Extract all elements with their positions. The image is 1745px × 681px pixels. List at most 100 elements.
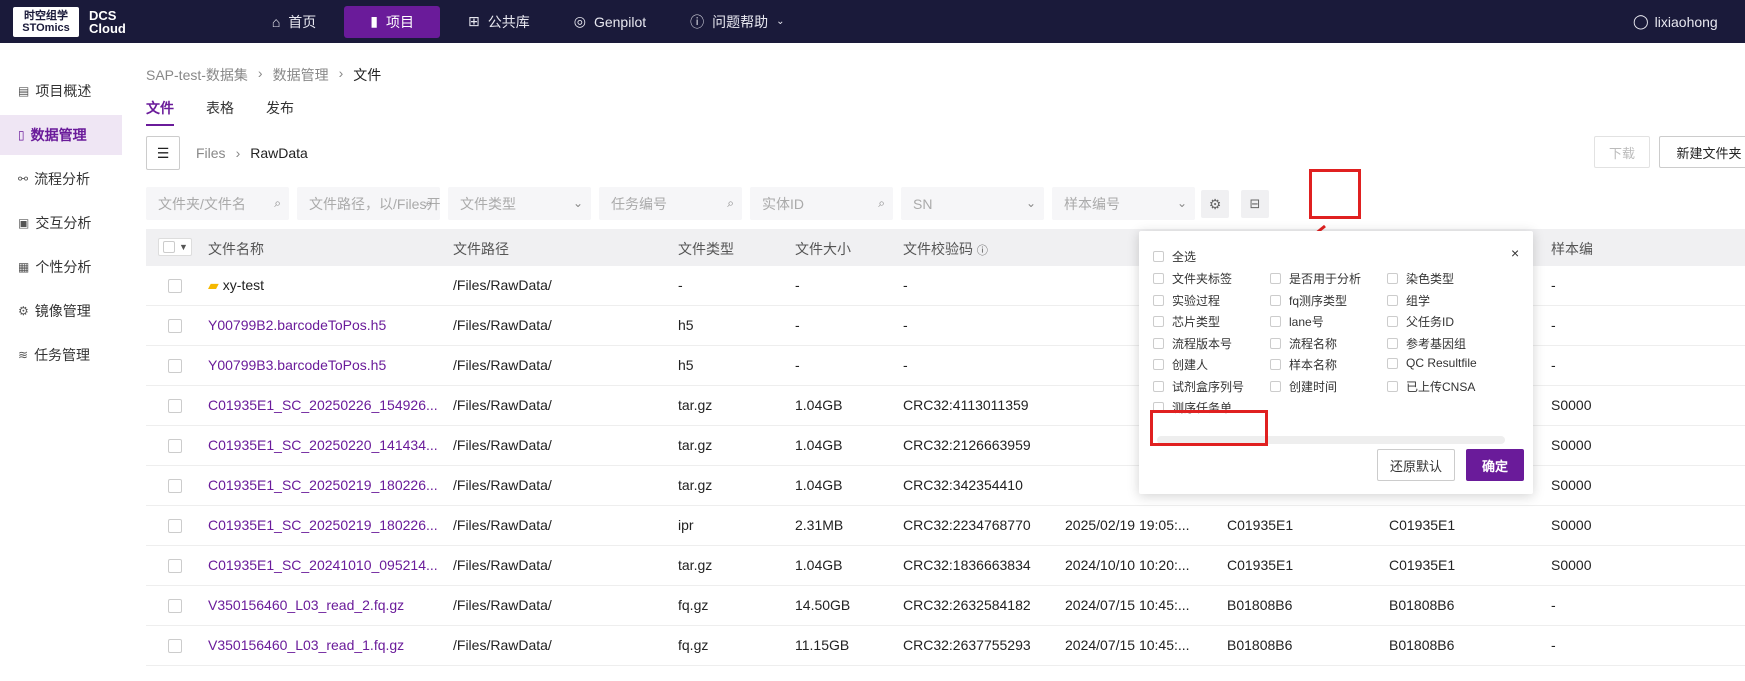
logo[interactable]: 时空组学 STOmics DCS Cloud xyxy=(13,6,126,37)
reset-default-button[interactable]: 还原默认 xyxy=(1377,449,1455,481)
column-header-checksum[interactable]: 文件校验码 ⓘ xyxy=(903,239,988,259)
new-folder-button[interactable]: 新建文件夹 xyxy=(1659,136,1745,168)
cell-text: C01935E1_SC_20250219_180226... xyxy=(208,517,438,533)
entity-id-search-input[interactable]: 实体ID ⌕ xyxy=(750,187,893,220)
row-checkbox[interactable] xyxy=(168,519,182,533)
table-row[interactable]: C01935E1_SC_20250219_180226... /Files/Raw… xyxy=(146,506,1745,546)
sidebar-item-custom-analysis[interactable]: ▦ 个性分析 xyxy=(0,247,122,287)
tab-tables[interactable]: 表格 xyxy=(206,98,234,126)
cell-name[interactable]: C01935E1_SC_20250219_180226... xyxy=(208,477,438,493)
column-option[interactable]: 已上传CNSA xyxy=(1387,378,1475,395)
row-checkbox[interactable] xyxy=(168,439,182,453)
chevron-down-icon: ⌄ xyxy=(1176,196,1187,210)
checkbox-box xyxy=(1387,337,1398,349)
logo-line-2: STOmics xyxy=(22,21,70,34)
cell-name[interactable]: V350156460_L03_read_2.fq.gz xyxy=(208,597,404,613)
filetype-select[interactable]: 文件类型 ⌄ xyxy=(448,187,591,220)
nav-public-library[interactable]: ⊞ 公共库 xyxy=(452,6,546,38)
column-option[interactable]: 芯片类型 xyxy=(1153,313,1220,330)
confirm-button[interactable]: 确定 xyxy=(1466,449,1524,481)
row-checkbox[interactable] xyxy=(168,359,182,373)
checkbox-box xyxy=(1270,337,1281,349)
nav-help[interactable]: ⓘ 问题帮助 ⌄ xyxy=(674,6,800,38)
cell-size: 1.04GB xyxy=(795,557,842,573)
row-checkbox[interactable] xyxy=(168,319,182,333)
cell-text: /Files/RawData/ xyxy=(453,477,552,493)
task-id-search-input[interactable]: 任务编号 ⌕ xyxy=(599,187,742,220)
cell-name[interactable]: C01935E1_SC_20250219_180226... xyxy=(208,517,438,533)
file-toolbar: ☰ Files › RawData 下载 新建文件夹 xyxy=(146,136,1745,172)
column-option-select-all[interactable]: 全选 xyxy=(1153,248,1196,265)
download-button[interactable]: 下载 xyxy=(1594,136,1650,168)
filename-search-input[interactable]: 文件夹/文件名 ⌕ xyxy=(146,187,289,220)
column-option[interactable]: 创建人 xyxy=(1153,356,1208,373)
sidebar-item-interactive-analysis[interactable]: ▣ 交互分析 xyxy=(0,203,122,243)
column-option[interactable]: 参考基因组 xyxy=(1387,335,1466,352)
checkbox-box xyxy=(1153,273,1164,284)
row-checkbox[interactable] xyxy=(168,639,182,653)
table-row[interactable]: C01935E1_SC_20241010_095214... /Files/Raw… xyxy=(146,546,1745,586)
column-option[interactable]: 测序任务单 xyxy=(1153,399,1232,416)
path-rawdata: RawData xyxy=(250,145,308,161)
column-option[interactable]: fq测序类型 xyxy=(1270,292,1347,309)
column-header-size[interactable]: 文件大小 xyxy=(795,239,851,259)
column-header-sample[interactable]: 样本编 xyxy=(1551,239,1593,259)
nav-public-library-label: 公共库 xyxy=(487,13,530,30)
column-option[interactable]: 父任务ID xyxy=(1387,313,1454,330)
row-checkbox[interactable] xyxy=(168,479,182,493)
cell-name[interactable]: C01935E1_SC_20250220_141434... xyxy=(208,437,438,453)
column-option[interactable]: 文件夹标签 xyxy=(1153,270,1232,287)
column-option[interactable]: QC Resultfile xyxy=(1387,356,1477,370)
sidebar-item-data-management[interactable]: ▯ 数据管理 xyxy=(0,115,122,155)
sn-select[interactable]: SN ⌄ xyxy=(901,187,1044,220)
column-option[interactable]: 组学 xyxy=(1387,292,1430,309)
sidebar-item-task-management[interactable]: ≋ 任务管理 xyxy=(0,335,122,375)
column-option[interactable]: 实验过程 xyxy=(1153,292,1220,309)
user-menu[interactable]: ◯ lixiaohong xyxy=(1633,0,1745,43)
cell-name[interactable]: Y00799B3.barcodeToPos.h5 xyxy=(208,357,386,373)
popup-scrollbar[interactable] xyxy=(1157,436,1505,444)
clear-filters-button[interactable]: ⊟ xyxy=(1241,190,1269,218)
column-option[interactable]: 染色类型 xyxy=(1387,270,1454,287)
sample-id-select[interactable]: 样本编号 ⌄ xyxy=(1052,187,1195,220)
sidebar-item-flow-analysis[interactable]: ⚯ 流程分析 xyxy=(0,159,122,199)
cell-name[interactable]: V350156460_L03_read_1.fq.gz xyxy=(208,637,404,653)
nav-project[interactable]: ▮ 项目 xyxy=(344,5,441,38)
cell-name[interactable]: Y00799B2.barcodeToPos.h5 xyxy=(208,317,386,333)
table-row[interactable]: V350156460_L03_read_1.fq.gz/Files/RawDat… xyxy=(146,626,1745,666)
row-checkbox[interactable] xyxy=(168,399,182,413)
column-option[interactable]: 创建时间 xyxy=(1270,378,1337,395)
filepath-search-input[interactable]: 文件路径，以/Files开 ⌕ xyxy=(297,187,440,220)
tab-publish[interactable]: 发布 xyxy=(266,98,294,126)
column-option[interactable]: 流程版本号 xyxy=(1153,335,1232,352)
cell-name[interactable]: ▰ xy-test xyxy=(208,277,264,294)
sidebar-item-overview[interactable]: ▤ 项目概述 xyxy=(0,71,122,111)
cell-name[interactable]: C01935E1_SC_20250226_154926... xyxy=(208,397,438,413)
row-checkbox[interactable] xyxy=(168,599,182,613)
nav-genpilot[interactable]: ◎ Genpilot xyxy=(558,6,662,38)
cell-text: B01808B6 xyxy=(1227,597,1293,613)
column-settings-button[interactable]: ⚙ xyxy=(1201,190,1229,218)
column-option[interactable]: 试剂盒序列号 xyxy=(1153,378,1244,395)
tab-files[interactable]: 文件 xyxy=(146,98,174,126)
column-header-path[interactable]: 文件路径 xyxy=(453,239,509,259)
close-icon[interactable]: × xyxy=(1511,245,1519,261)
cell-name[interactable]: C01935E1_SC_20241010_095214... xyxy=(208,557,438,573)
top-nav-bar: 时空组学 STOmics DCS Cloud ⌂ 首页 ▮ 项目 ⊞ 公共库 ◎ Gen… xyxy=(0,0,1745,43)
column-option[interactable]: 流程名称 xyxy=(1270,335,1337,352)
breadcrumb-data-management[interactable]: 数据管理 xyxy=(273,65,329,85)
column-option[interactable]: lane号 xyxy=(1270,313,1324,330)
nav-home[interactable]: ⌂ 首页 xyxy=(256,6,332,38)
column-option[interactable]: 是否用于分析 xyxy=(1270,270,1361,287)
row-checkbox[interactable] xyxy=(168,559,182,573)
breadcrumb-dataset[interactable]: SAP-test-数据集 xyxy=(146,65,248,85)
sidebar-item-image-management[interactable]: ⚙ 镜像管理 xyxy=(0,291,122,331)
toggle-tree-button[interactable]: ☰ xyxy=(146,136,180,170)
path-files[interactable]: Files xyxy=(196,145,226,161)
column-option[interactable]: 样本名称 xyxy=(1270,356,1337,373)
column-header-type[interactable]: 文件类型 xyxy=(678,239,734,259)
column-header-name[interactable]: 文件名称 xyxy=(208,239,264,259)
table-row[interactable]: V350156460_L03_read_2.fq.gz/Files/RawDat… xyxy=(146,586,1745,626)
row-checkbox[interactable] xyxy=(168,279,182,293)
select-all-checkbox[interactable]: ▼ xyxy=(158,238,192,256)
